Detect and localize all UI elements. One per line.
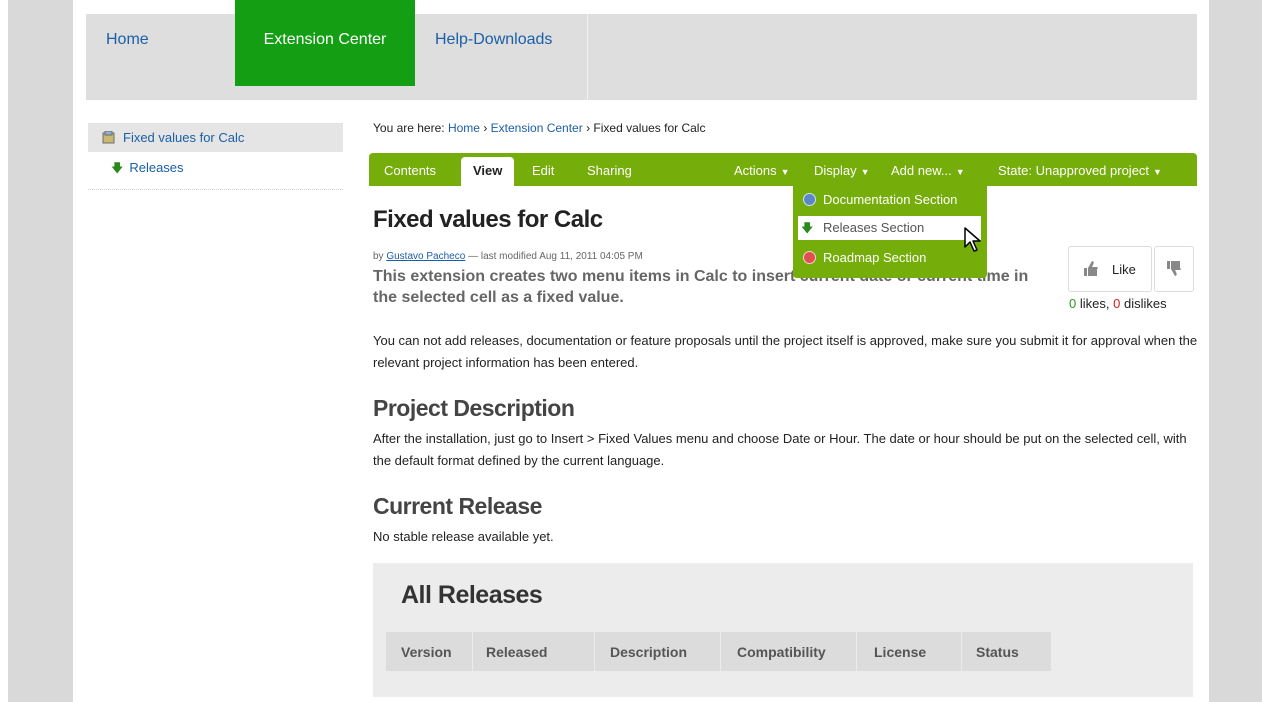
likes-count: 0 xyxy=(1069,296,1077,311)
tab-view[interactable]: View xyxy=(461,157,515,186)
byline-by: by xyxy=(373,251,384,262)
column-header-released[interactable]: Released xyxy=(486,644,547,660)
dropdown-item-roadmap[interactable]: Roadmap Section xyxy=(793,246,987,270)
releases-table-header: Version Released Description Compatibili… xyxy=(386,632,1051,671)
left-gutter xyxy=(8,0,73,702)
menu-display-label: Display xyxy=(814,163,857,178)
breadcrumb-separator: › xyxy=(586,121,591,135)
nav-home[interactable]: Home xyxy=(106,0,149,86)
current-release-heading: Current Release xyxy=(373,493,542,519)
menu-display[interactable]: Display ▼ xyxy=(814,163,870,178)
add-new-dropdown: Documentation Section 🡇 Releases Section… xyxy=(793,186,987,278)
column-header-description[interactable]: Description xyxy=(610,644,687,660)
sidebar-divider xyxy=(88,189,343,190)
column-divider xyxy=(856,632,857,671)
all-releases-heading: All Releases xyxy=(401,581,543,609)
menu-actions-label: Actions xyxy=(734,163,777,178)
chevron-down-icon: ▼ xyxy=(955,167,965,177)
dropdown-item-documentation[interactable]: Documentation Section xyxy=(793,188,987,212)
last-modified: — last modified Aug 11, 2011 04:05 PM xyxy=(468,251,643,262)
sidebar-title: Fixed values for Calc xyxy=(123,130,245,145)
dropdown-item-label: Roadmap Section xyxy=(823,250,927,265)
column-divider xyxy=(961,632,962,671)
thumbs-down-icon xyxy=(1167,261,1181,276)
column-header-status[interactable]: Status xyxy=(976,644,1019,660)
author-link[interactable]: Gustavo Pacheco xyxy=(386,251,465,262)
menu-state[interactable]: State: Unapproved project ▼ xyxy=(998,163,1162,178)
mouse-pointer-icon xyxy=(964,227,981,252)
breadcrumb-current: Fixed values for Calc xyxy=(593,121,706,135)
column-divider xyxy=(720,632,721,671)
like-label: Like xyxy=(1112,262,1136,277)
dropdown-item-label: Releases Section xyxy=(823,220,925,235)
like-counts: 0 likes, 0 dislikes xyxy=(1069,296,1167,311)
all-releases-panel: All Releases Version Released Descriptio… xyxy=(373,563,1193,697)
project-description-text: After the installation, just go to Inser… xyxy=(373,431,1187,468)
column-divider xyxy=(594,632,595,671)
dislikes-count: 0 xyxy=(1113,296,1121,311)
menu-state-label: State: Unapproved project xyxy=(998,163,1150,178)
nav-help-downloads[interactable]: Help-Downloads xyxy=(435,0,552,86)
chevron-down-icon: ▼ xyxy=(1153,167,1162,177)
breadcrumb-extension-center[interactable]: Extension Center xyxy=(491,121,583,135)
nav-divider xyxy=(587,14,588,100)
column-divider xyxy=(472,632,473,671)
down-arrow-icon: 🡇 xyxy=(111,161,124,175)
dropdown-item-releases[interactable]: 🡇 Releases Section xyxy=(798,216,981,240)
thumbs-up-icon xyxy=(1084,261,1098,276)
info-icon xyxy=(803,193,816,206)
target-icon xyxy=(803,251,816,264)
column-header-version[interactable]: Version xyxy=(401,644,452,660)
project-description-heading: Project Description xyxy=(373,395,575,421)
breadcrumb-home[interactable]: Home xyxy=(448,121,480,135)
down-arrow-icon: 🡇 xyxy=(801,221,814,235)
likes-word: likes, xyxy=(1079,296,1110,311)
dislikes-word: dislikes xyxy=(1123,296,1167,311)
sidebar-item-label: Releases xyxy=(129,160,184,175)
tab-sharing[interactable]: Sharing xyxy=(587,163,632,178)
like-button[interactable]: Like xyxy=(1068,246,1152,292)
byline: by Gustavo Pacheco — last modified Aug 1… xyxy=(373,251,643,262)
right-gutter xyxy=(1209,0,1262,702)
tab-contents[interactable]: Contents xyxy=(384,163,436,178)
sidebar-header[interactable]: Fixed values for Calc xyxy=(88,123,343,152)
menu-actions[interactable]: Actions ▼ xyxy=(734,163,790,178)
column-header-compatibility[interactable]: Compatibility xyxy=(737,644,826,660)
page-title: Fixed values for Calc xyxy=(373,206,603,233)
chevron-down-icon: ▼ xyxy=(780,167,790,177)
dropdown-item-label: Documentation Section xyxy=(823,192,958,207)
menu-add-new-label: Add new... xyxy=(891,163,952,178)
approval-notice: You can not add releases, documentation … xyxy=(373,333,1198,370)
chevron-down-icon: ▼ xyxy=(860,167,870,177)
nav-extension-center[interactable]: Extension Center xyxy=(235,0,415,86)
column-header-license[interactable]: License xyxy=(874,644,926,660)
menu-add-new[interactable]: Add new... ▼ xyxy=(891,163,965,178)
project-icon xyxy=(102,131,115,144)
breadcrumb: You are here: Home › Extension Center › … xyxy=(373,121,705,135)
breadcrumb-prefix: You are here: xyxy=(373,121,445,135)
sidebar-item-releases[interactable]: 🡇 Releases xyxy=(111,159,184,180)
current-release-text: No stable release available yet. xyxy=(373,529,554,544)
dislike-button[interactable] xyxy=(1154,246,1194,292)
breadcrumb-separator: › xyxy=(483,121,488,135)
tab-edit[interactable]: Edit xyxy=(532,163,554,178)
